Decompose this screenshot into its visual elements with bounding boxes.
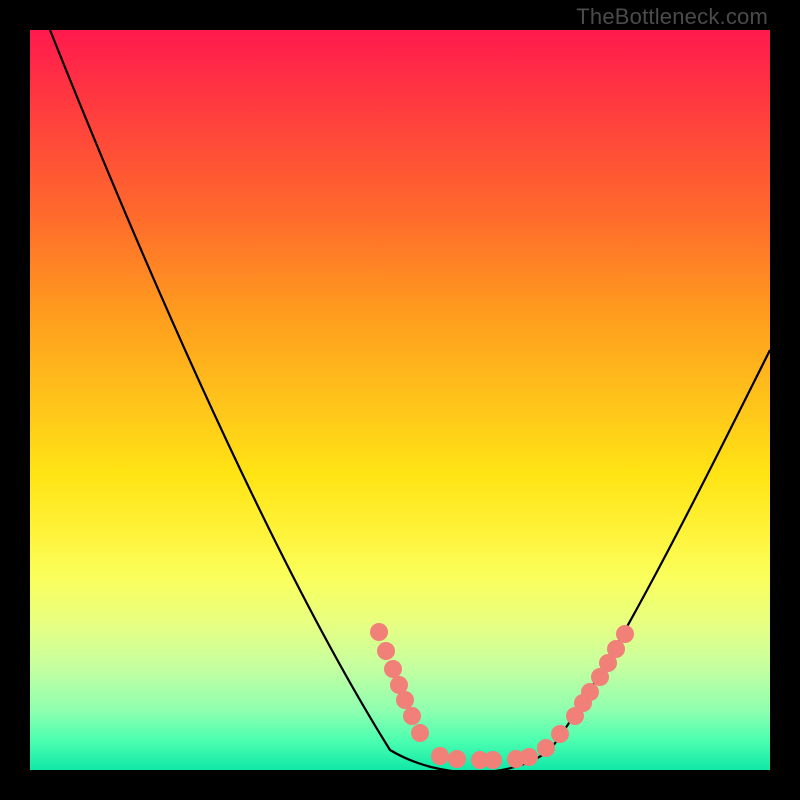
highlight-dots [370,623,634,769]
plot-area [30,30,770,770]
highlight-dot [484,751,502,769]
watermark-text: TheBottleneck.com [576,4,768,30]
highlight-dot [448,750,466,768]
highlight-dot [431,747,449,765]
highlight-dot [607,640,625,658]
highlight-dot [411,724,429,742]
highlight-dot [403,707,421,725]
highlight-dot [551,725,569,743]
chart-frame: TheBottleneck.com [0,0,800,800]
bottleneck-curve [50,30,770,773]
highlight-dot [616,625,634,643]
curve-group [50,30,770,773]
highlight-dot [537,739,555,757]
highlight-dot [370,623,388,641]
highlight-dot [384,660,402,678]
highlight-dot [581,683,599,701]
highlight-dot [396,691,414,709]
highlight-dot [520,748,538,766]
highlight-dot [377,642,395,660]
chart-svg [30,30,770,770]
